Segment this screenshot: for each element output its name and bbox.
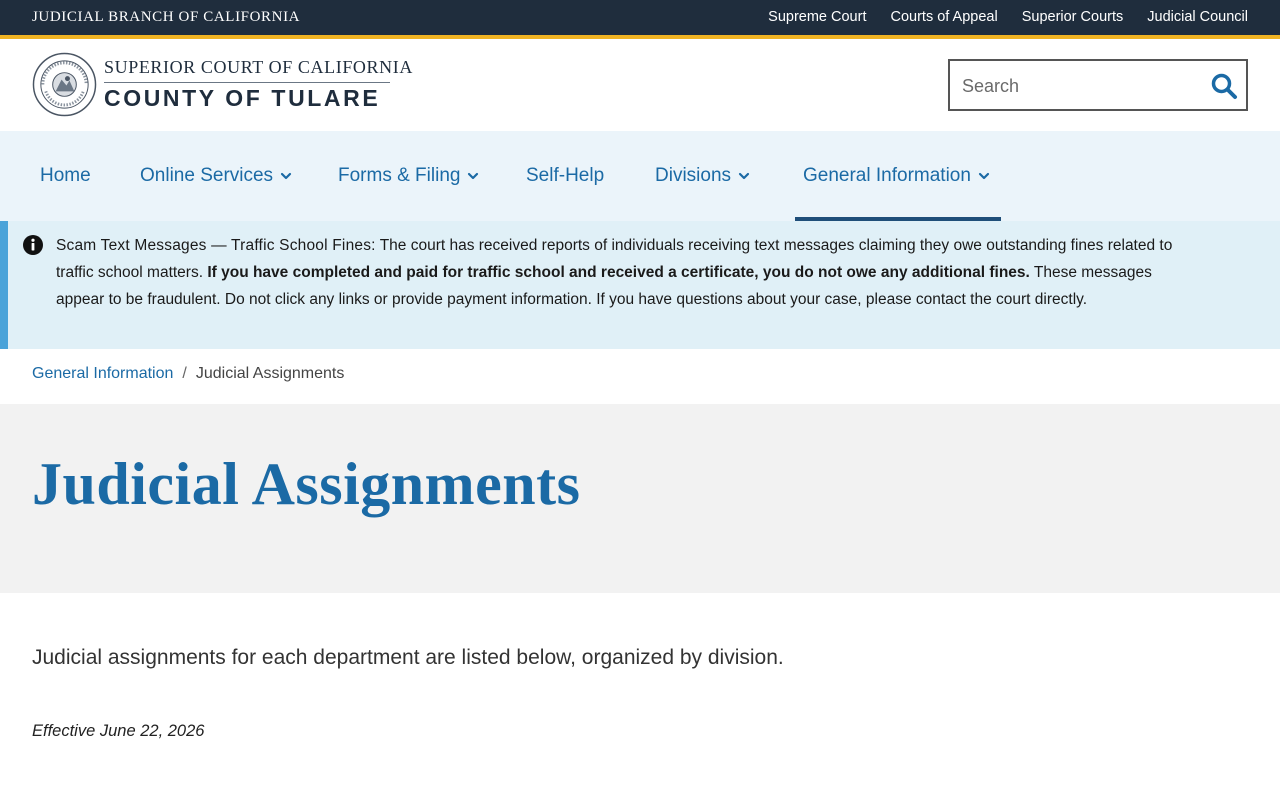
breadcrumb: General Information / Judicial Assignments (32, 365, 344, 383)
alert-accent-stripe (0, 221, 8, 349)
alert-bold-text: If you have completed and paid for traff… (207, 264, 1030, 281)
court-seal-icon[interactable] (32, 52, 97, 117)
nav-item-divisions[interactable]: Divisions (655, 131, 750, 221)
top-link-supreme-court[interactable]: Supreme Court (768, 9, 866, 25)
court-name-line2: COUNTY OF TULARE (104, 85, 381, 111)
search-form (948, 59, 1248, 111)
effective-date: Effective June 22, 2026 (32, 722, 205, 740)
page-hero: Judicial Assignments (0, 404, 1280, 593)
alert-lead: Scam Text Messages — Traffic School Fine… (56, 237, 376, 254)
nav-item-home[interactable]: Home (40, 131, 91, 221)
site-header: SUPERIOR COURT OF CALIFORNIA COUNTY OF T… (0, 39, 1280, 131)
nav-item-forms-filing[interactable]: Forms & Filing (338, 131, 479, 221)
alert-message: Scam Text Messages — Traffic School Fine… (56, 232, 1196, 313)
nav-item-label: Forms & Filing (338, 165, 461, 186)
top-link-courts-of-appeal[interactable]: Courts of Appeal (890, 9, 997, 25)
top-links: Supreme Court Courts of Appeal Superior … (768, 9, 1248, 25)
page-title: Judicial Assignments (32, 451, 581, 517)
top-utility-bar: JUDICIAL BRANCH OF CALIFORNIA Supreme Co… (0, 0, 1280, 35)
nav-item-label: Self-Help (526, 165, 605, 186)
scam-alert-banner: Scam Text Messages — Traffic School Fine… (0, 221, 1280, 349)
top-link-judicial-council[interactable]: Judicial Council (1147, 9, 1248, 25)
chevron-down-icon (978, 172, 990, 180)
nav-item-online-services[interactable]: Online Services (140, 131, 292, 221)
nav-item-label: Home (40, 165, 91, 186)
judicial-branch-title: JUDICIAL BRANCH OF CALIFORNIA (32, 9, 301, 25)
info-icon (23, 235, 43, 255)
search-icon[interactable] (1210, 72, 1238, 100)
nav-item-label: Divisions (655, 165, 732, 186)
court-name-line1: SUPERIOR COURT OF CALIFORNIA (104, 57, 413, 77)
chevron-down-icon (738, 172, 750, 180)
breadcrumb-general-information[interactable]: General Information (32, 365, 173, 382)
search-input[interactable] (962, 73, 1202, 99)
nav-item-self-help[interactable]: Self-Help (526, 131, 604, 221)
chevron-down-icon (280, 172, 292, 180)
nav-item-label: Online Services (140, 165, 274, 186)
intro-text: Judicial assignments for each department… (32, 646, 784, 669)
court-name-divider (104, 82, 390, 83)
breadcrumb-current: Judicial Assignments (195, 365, 345, 382)
chevron-down-icon (468, 172, 479, 180)
nav-item-general-information[interactable]: General Information (803, 131, 990, 221)
main-navigation: Home Online Services Forms & Filing Self… (0, 131, 1280, 221)
top-link-superior-courts[interactable]: Superior Courts (1022, 9, 1124, 25)
nav-item-label: General Information (803, 165, 971, 186)
breadcrumb-separator: / (182, 365, 187, 382)
